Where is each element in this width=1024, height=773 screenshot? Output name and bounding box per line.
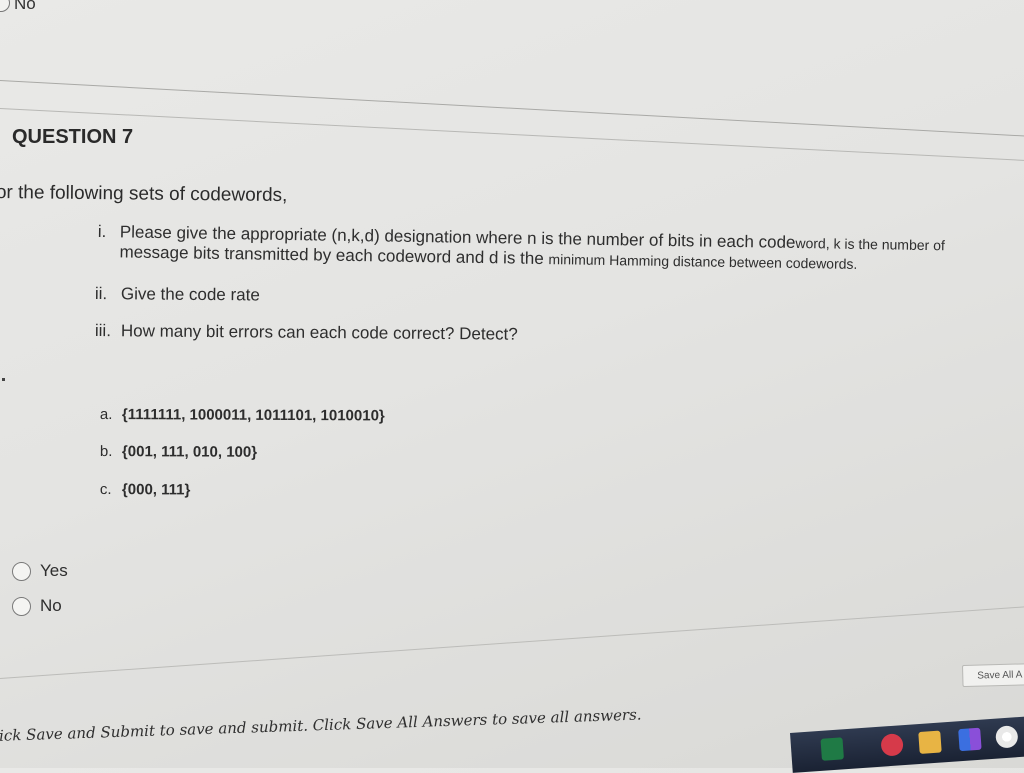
stray-dot (2, 378, 5, 381)
os-taskbar (790, 714, 1024, 773)
set-letter: a. (99, 406, 113, 424)
set-text: {1111111, 1000011, 1011101, 1010010} (121, 406, 385, 425)
subpart-i: i. Please give the appropriate (n,k,d) de… (97, 222, 998, 276)
subpart-number: i. (97, 222, 107, 242)
question-divider-bottom (0, 108, 1024, 163)
set-letter: c. (99, 481, 112, 499)
codeword-set-b: b. {001, 111, 010, 100} (100, 443, 257, 461)
save-all-answers-button[interactable]: Save All A (962, 662, 1024, 687)
mail-icon[interactable] (880, 733, 904, 757)
question-intro: or the following sets of codewords, (0, 182, 288, 207)
subpart-iii: iii. How many bit errors can each code co… (95, 321, 518, 345)
subpart-number: ii. (94, 284, 108, 304)
subpart-number: iii. (94, 321, 112, 341)
chrome-icon[interactable] (995, 725, 1019, 749)
footer-instructions: lick Save and Submit to save and submit.… (0, 705, 642, 745)
assessment-page: No QUESTION 7 or the following sets of c… (0, 0, 1024, 773)
codeword-set-a: a. {1111111, 1000011, 1011101, 1010010} (100, 406, 385, 424)
previous-no-radio[interactable] (0, 0, 10, 12)
file-explorer-icon[interactable] (918, 730, 942, 754)
option-label: Yes (40, 561, 68, 580)
question-title: QUESTION 7 (12, 126, 134, 148)
question-divider-top (0, 80, 1024, 139)
option-label: No (40, 596, 62, 615)
set-text: {000, 111} (121, 481, 191, 499)
subpart-ii: ii. Give the code rate (95, 284, 260, 305)
subpart-text: minimum Hamming distance between codewor… (548, 251, 858, 272)
set-text: {001, 111, 010, 100} (121, 443, 258, 461)
yes-radio[interactable] (12, 561, 31, 581)
codeword-set-c: c. {000, 111} (100, 481, 191, 498)
set-letter: b. (99, 443, 113, 461)
subpart-text: How many bit errors can each code correc… (120, 321, 518, 344)
tiles-icon[interactable] (958, 727, 982, 752)
no-radio[interactable] (12, 596, 31, 616)
subpart-text: Give the code rate (120, 284, 260, 305)
options-divider (0, 604, 1024, 679)
previous-no-label: No (14, 0, 36, 13)
subpart-text: word, k is the number of (795, 234, 945, 254)
excel-icon[interactable] (820, 737, 844, 761)
option-no[interactable]: No (12, 596, 62, 616)
option-yes[interactable]: Yes (12, 561, 68, 581)
